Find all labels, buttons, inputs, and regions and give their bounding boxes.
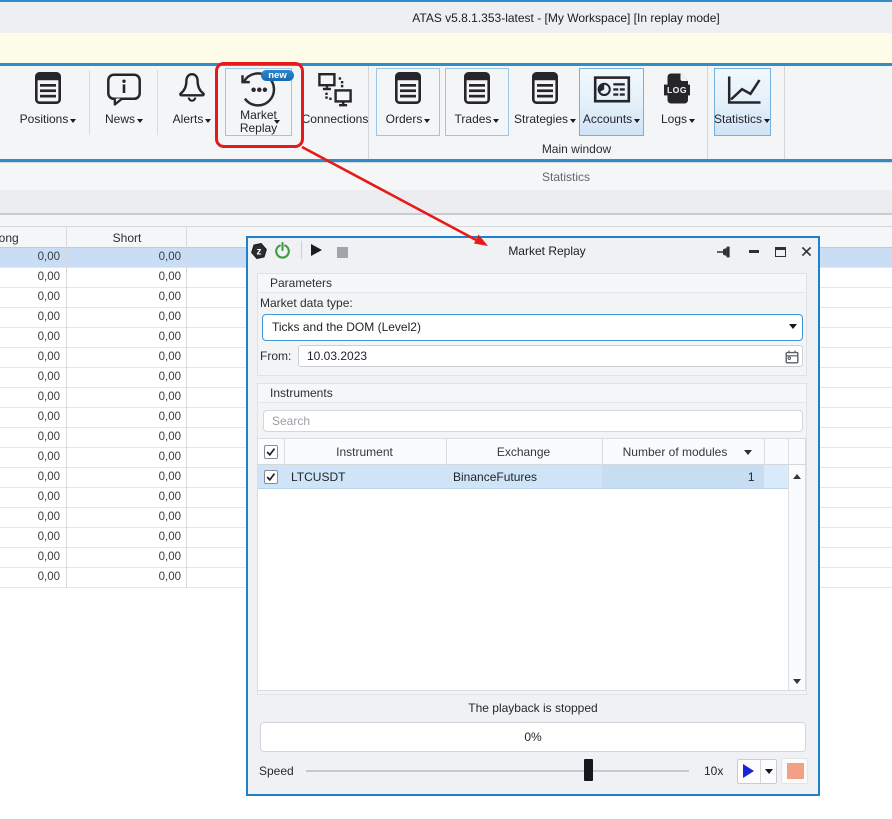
svg-text:z: z [257,247,262,258]
svg-text:LOG: LOG [667,85,687,95]
